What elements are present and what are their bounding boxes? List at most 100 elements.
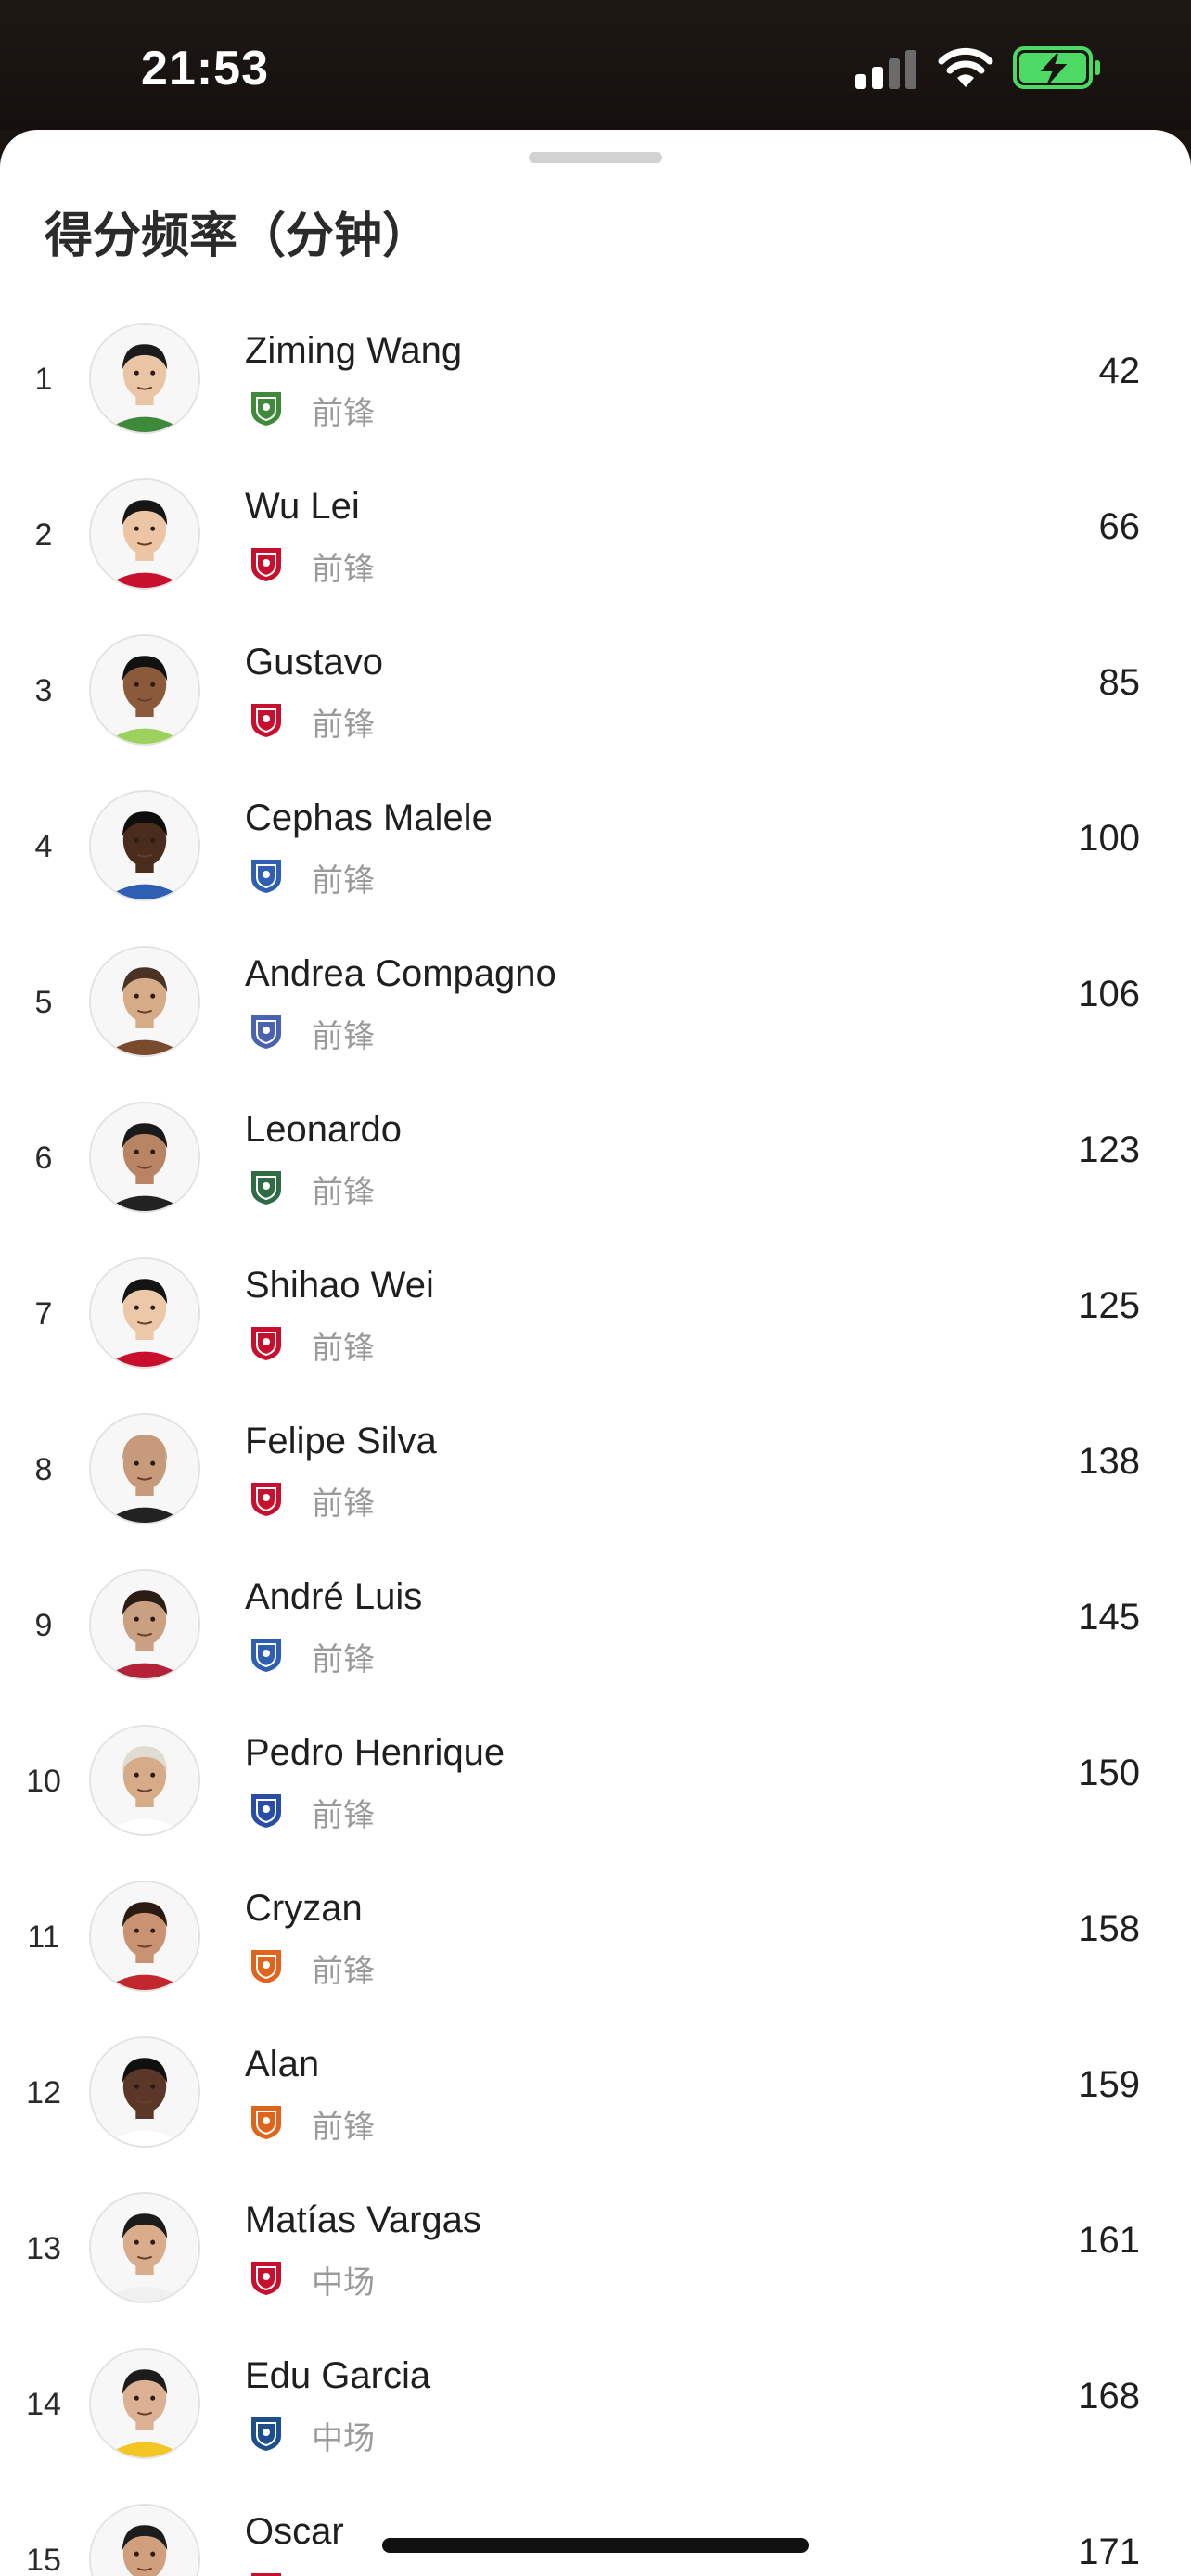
player-position: 前锋: [312, 1018, 375, 1055]
player-row[interactable]: 3 Gustavo 前锋 85: [0, 614, 1191, 770]
player-name: Andrea Compagno: [245, 953, 557, 994]
club-badge-icon: [247, 1012, 286, 1051]
player-photo-icon: [91, 1571, 198, 1678]
player-position: 前锋: [312, 1953, 375, 1990]
player-position: 前锋: [312, 2109, 375, 2146]
player-row[interactable]: 1 Ziming Wang 前锋 42: [0, 302, 1191, 458]
player-name: André Luis: [245, 1576, 423, 1617]
club-badge-icon: [247, 1167, 286, 1206]
rank-number: 13: [26, 2231, 61, 2266]
player-position: 前锋: [312, 1174, 375, 1211]
rank-number: 3: [34, 673, 53, 708]
player-avatar: [89, 2504, 200, 2576]
player-photo-icon: [91, 480, 198, 588]
player-name: Cryzan: [245, 1888, 363, 1929]
player-row[interactable]: 5 Andrea Compagno 前锋 106: [0, 925, 1191, 1081]
player-row[interactable]: 12 Alan 前锋 159: [0, 2016, 1191, 2172]
player-avatar: [89, 478, 200, 590]
player-name: Edu Garcia: [245, 2355, 431, 2396]
player-position: 前锋: [312, 395, 375, 432]
club-badge-icon: [247, 700, 286, 739]
player-position: 中场: [312, 2569, 375, 2576]
rank-number: 11: [27, 1919, 60, 1955]
player-position: 前锋: [312, 551, 375, 588]
status-time: 21:53: [141, 42, 269, 96]
player-name: Ziming Wang: [245, 330, 463, 371]
sheet-grabber-handle[interactable]: [529, 152, 662, 163]
club-badge-icon: [247, 1479, 286, 1518]
player-photo-icon: [91, 2350, 198, 2457]
player-photo-icon: [91, 1882, 198, 1990]
player-ranking-list[interactable]: 1 Ziming Wang 前锋 42 2 Wu Lei 前锋 66 3 Gus…: [0, 302, 1191, 2576]
player-position: 前锋: [312, 1797, 375, 1834]
player-avatar: [89, 323, 200, 434]
club-badge-icon: [247, 1791, 286, 1830]
player-row[interactable]: 15 Oscar 中场 171: [0, 2483, 1191, 2576]
player-row[interactable]: 7 Shihao Wei 前锋 125: [0, 1237, 1191, 1393]
rank-number: 4: [34, 829, 53, 864]
player-avatar: [89, 1881, 200, 1992]
minutes-per-goal-value: 66: [1098, 506, 1141, 547]
home-indicator[interactable]: [382, 2538, 809, 2553]
status-bar: 21:53: [0, 0, 1191, 130]
minutes-per-goal-value: 100: [1078, 818, 1140, 859]
battery-charging-icon: [1013, 46, 1102, 89]
player-name: Gustavo: [245, 642, 383, 682]
club-badge-icon: [247, 2414, 286, 2453]
player-avatar: [89, 946, 200, 1057]
player-avatar: [89, 2036, 200, 2148]
player-avatar: [89, 1569, 200, 1680]
player-row[interactable]: 8 Felipe Silva 前锋 138: [0, 1393, 1191, 1549]
rank-number: 15: [26, 2543, 61, 2576]
player-photo-icon: [91, 1103, 198, 1211]
rank-number: 5: [34, 985, 53, 1020]
player-avatar: [89, 1257, 200, 1369]
player-position: 前锋: [312, 1641, 375, 1678]
club-badge-icon: [247, 1635, 286, 1674]
cellular-signal-icon: [855, 50, 918, 89]
bottom-sheet[interactable]: 得分频率（分钟） 1 Ziming Wang 前锋 42 2 Wu Lei 前锋…: [0, 130, 1191, 2576]
player-name: Shihao Wei: [245, 1265, 434, 1306]
minutes-per-goal-value: 85: [1098, 662, 1141, 703]
player-photo-icon: [91, 2506, 198, 2576]
player-photo-icon: [91, 1727, 198, 1834]
wifi-icon: [937, 45, 994, 89]
minutes-per-goal-value: 150: [1078, 1753, 1140, 1793]
player-name: Pedro Henrique: [245, 1732, 506, 1773]
player-position: 中场: [312, 2264, 375, 2302]
rank-number: 2: [34, 517, 53, 553]
player-row[interactable]: 13 Matías Vargas 中场 161: [0, 2172, 1191, 2327]
player-name: Leonardo: [245, 1109, 403, 1150]
sheet-title: 得分频率（分钟）: [45, 209, 431, 264]
minutes-per-goal-value: 168: [1078, 2376, 1140, 2417]
player-position: 前锋: [312, 1330, 375, 1367]
club-badge-icon: [247, 1323, 286, 1362]
player-name: Alan: [245, 2044, 320, 2085]
minutes-per-goal-value: 159: [1078, 2064, 1140, 2105]
player-avatar: [89, 2348, 200, 2459]
rank-number: 14: [26, 2387, 61, 2422]
player-name: Oscar: [245, 2511, 344, 2552]
minutes-per-goal-value: 125: [1078, 1285, 1140, 1326]
player-photo-icon: [91, 1415, 198, 1523]
minutes-per-goal-value: 106: [1078, 974, 1140, 1014]
player-row[interactable]: 10 Pedro Henrique 前锋 150: [0, 1704, 1191, 1860]
player-row[interactable]: 9 André Luis 前锋 145: [0, 1549, 1191, 1704]
player-photo-icon: [91, 792, 198, 899]
rank-number: 8: [34, 1452, 53, 1487]
player-avatar: [89, 1102, 200, 1213]
player-row[interactable]: 6 Leonardo 前锋 123: [0, 1081, 1191, 1237]
player-name: Matías Vargas: [245, 2200, 481, 2240]
player-avatar: [89, 634, 200, 746]
player-row[interactable]: 14 Edu Garcia 中场 168: [0, 2327, 1191, 2483]
player-avatar: [89, 1725, 200, 1836]
player-row[interactable]: 2 Wu Lei 前锋 66: [0, 458, 1191, 614]
player-row[interactable]: 4 Cephas Malele 前锋 100: [0, 770, 1191, 925]
player-photo-icon: [91, 1259, 198, 1367]
player-photo-icon: [91, 325, 198, 432]
rank-number: 1: [34, 362, 53, 397]
player-row[interactable]: 11 Cryzan 前锋 158: [0, 1860, 1191, 2016]
player-name: Felipe Silva: [245, 1421, 437, 1461]
player-position: 中场: [312, 2420, 375, 2457]
club-badge-icon: [247, 544, 286, 583]
